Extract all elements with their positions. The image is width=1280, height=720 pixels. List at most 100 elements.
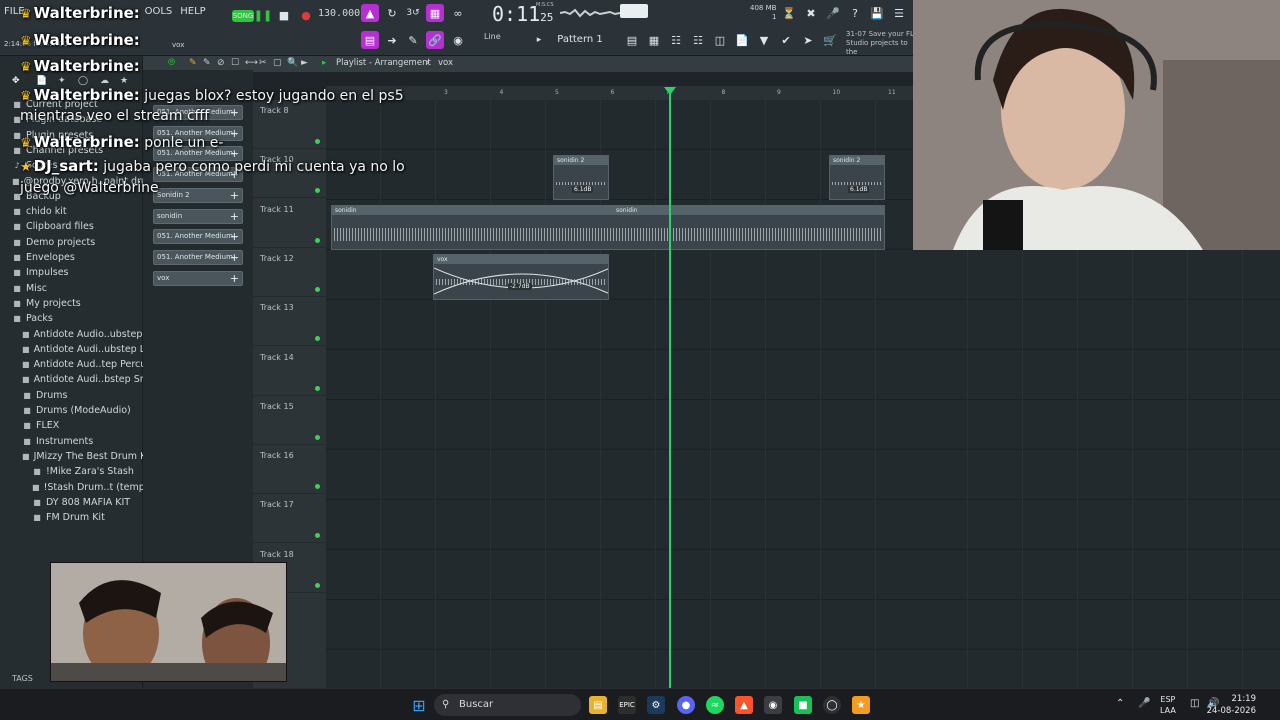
audio-clip-sonidin2-b[interactable]: sonidin 2 6.1dB [829, 155, 885, 200]
menu-help[interactable]: HELP [180, 6, 205, 17]
add-icon[interactable]: + [230, 106, 239, 119]
browser-cloud-icon[interactable]: ☁ [100, 76, 109, 86]
countdown-icon[interactable]: 3↺ [404, 4, 422, 22]
master-volume-bar[interactable] [620, 4, 648, 18]
browser-files-icon[interactable]: 📄 [36, 76, 47, 86]
channel-rack-icon[interactable]: ◫ [711, 31, 729, 49]
taskbar-search[interactable]: Buscar [434, 694, 581, 716]
track-header[interactable]: Track 13 [253, 297, 326, 347]
channel-button[interactable]: Sonidin 2 + [153, 187, 243, 203]
steam-icon[interactable]: ⚙ [647, 696, 665, 714]
track-mute-led-icon[interactable] [315, 582, 320, 588]
track-mute-led-icon[interactable] [315, 336, 320, 342]
link-icon[interactable]: 🔗 [426, 31, 444, 49]
obs-icon[interactable]: ◯ [823, 696, 841, 714]
track-header[interactable]: Track 11 [253, 199, 326, 248]
blend-notes-icon[interactable]: ▦ [426, 4, 444, 22]
menu-more-icon[interactable]: ☰ [890, 4, 908, 22]
slice-icon[interactable]: ✂ [259, 58, 267, 68]
plugin-icon[interactable]: ▼ [755, 31, 773, 49]
browser-item[interactable]: ■ Impulses [0, 265, 143, 280]
browser-sync-icon[interactable]: ◯ [78, 76, 88, 86]
track-header[interactable]: Track 14 [253, 347, 326, 396]
stop-button[interactable]: ■ [275, 6, 293, 24]
green-app-icon[interactable]: ■ [794, 696, 812, 714]
brave-icon[interactable]: ▲ [735, 696, 753, 714]
browser-item[interactable]: ■ Drums [0, 388, 143, 403]
channel-button[interactable]: vox + [153, 270, 243, 286]
cpu-icon[interactable]: ⏳ [780, 4, 798, 22]
fx-icon[interactable]: ➤ [799, 31, 817, 49]
track-mute-led-icon[interactable] [315, 237, 320, 243]
track-header[interactable]: Track 12 [253, 248, 326, 297]
piano-roll-icon[interactable]: ☷ [667, 31, 685, 49]
stamp-icon[interactable]: ◉ [449, 31, 467, 49]
playhead[interactable] [669, 88, 671, 688]
pattern-select[interactable]: Pattern 1 [548, 31, 612, 49]
channel-button[interactable]: 051. Another Medium.. + [153, 229, 243, 245]
pattern-song-toggle[interactable]: SONG [232, 10, 254, 22]
play-button[interactable]: ❚❚ [254, 6, 272, 24]
track-mute-led-icon[interactable] [315, 286, 320, 292]
step-sequencer-icon[interactable]: ▦ [645, 31, 663, 49]
mute-icon[interactable]: ☐ [231, 58, 239, 68]
track-mute-led-icon[interactable] [315, 484, 320, 490]
add-icon[interactable]: + [230, 127, 239, 140]
arrow-right-icon[interactable]: ➜ [383, 31, 401, 49]
playback-icon[interactable]: ► [301, 58, 308, 68]
browser-item[interactable]: ■ !Mike Zara's Stash [0, 464, 143, 479]
track-mute-led-icon[interactable] [315, 188, 320, 194]
browser-item[interactable]: ■ chido kit [0, 204, 143, 219]
snap-select[interactable]: Line [484, 32, 501, 41]
system-clock[interactable]: 21:19 24-08-2026 [1207, 693, 1256, 717]
track-header[interactable]: Track 16 [253, 445, 326, 495]
browser-item[interactable]: ■ FM Drum Kit [0, 510, 143, 525]
playlist-icon[interactable]: ▤ [623, 31, 641, 49]
track-mute-led-icon[interactable] [315, 139, 320, 144]
browser-star-icon[interactable]: ★ [120, 76, 128, 86]
select-icon[interactable]: ▢ [273, 58, 282, 68]
network-icon[interactable]: ◫ [1190, 698, 1199, 709]
browser-item[interactable]: ■ Drums (ModeAudio) [0, 403, 143, 418]
track-mute-led-icon[interactable] [315, 533, 320, 539]
track-header[interactable]: Track 17 [253, 494, 326, 544]
cart-icon[interactable]: 🛒 [821, 31, 839, 49]
playlist-view-icon[interactable]: ▤ [361, 31, 379, 49]
add-icon[interactable]: + [230, 251, 239, 264]
browser-all-icon[interactable]: ✥ [12, 76, 20, 86]
audio-clip-sonidin2-a[interactable]: sonidin 2 6.1dB [553, 155, 609, 200]
spotify-icon[interactable]: ≈ [706, 696, 724, 714]
zoom-icon[interactable]: 🔍 [287, 58, 298, 68]
browser-item[interactable]: ■Antidote Aud..tep Percussion [0, 357, 143, 372]
browser-item[interactable]: ■ Demo projects [0, 235, 143, 250]
browser-item[interactable]: ■!Stash Drum..t (template) [0, 480, 143, 495]
tray-chevron-icon[interactable]: ⌃ [1116, 698, 1124, 709]
brush-icon[interactable]: ✔ [777, 31, 795, 49]
playlist-current-clip[interactable]: vox [438, 58, 453, 68]
browser-item[interactable]: ■ Instruments [0, 434, 143, 449]
slip-icon[interactable]: ⟷ [245, 58, 258, 68]
browser-item[interactable]: ■Antidote Audio..ubstep Kicks [0, 327, 143, 342]
discord-icon[interactable]: ● [677, 696, 695, 714]
pencil-icon[interactable]: ✎ [404, 31, 422, 49]
loop-record-icon[interactable]: ∞ [449, 4, 467, 22]
playlist-arrow-icon[interactable]: ▸ [322, 58, 326, 68]
delete-icon[interactable]: ⊘ [217, 58, 225, 68]
playlist-grid-extended[interactable] [913, 250, 1280, 688]
file-explorer-icon[interactable]: ▤ [589, 696, 607, 714]
language-indicator[interactable]: ESP LAA [1160, 694, 1176, 716]
add-icon[interactable]: + [230, 272, 239, 285]
epic-games-icon[interactable]: EPIC [618, 696, 636, 714]
add-icon[interactable]: + [230, 210, 239, 223]
browser-plugins-icon[interactable]: ✦ [58, 76, 66, 86]
channel-button[interactable]: 051. Another Medium.. + [153, 249, 243, 265]
browser-item[interactable]: ■ Misc [0, 281, 143, 296]
tempo-display[interactable]: 130.000 [318, 8, 360, 19]
paint-icon[interactable]: ✎ [203, 58, 211, 68]
wait-icon[interactable]: ↻ [383, 4, 401, 22]
browser-item[interactable]: ■ FLEX [0, 418, 143, 433]
menu-tools[interactable]: OOLS [145, 6, 173, 17]
timeline-ruler[interactable]: 3 4 5 6 7 8 9 10 11 [326, 86, 913, 100]
controller-icon[interactable]: ◉ [764, 696, 782, 714]
save-icon[interactable]: 💾 [868, 4, 886, 22]
